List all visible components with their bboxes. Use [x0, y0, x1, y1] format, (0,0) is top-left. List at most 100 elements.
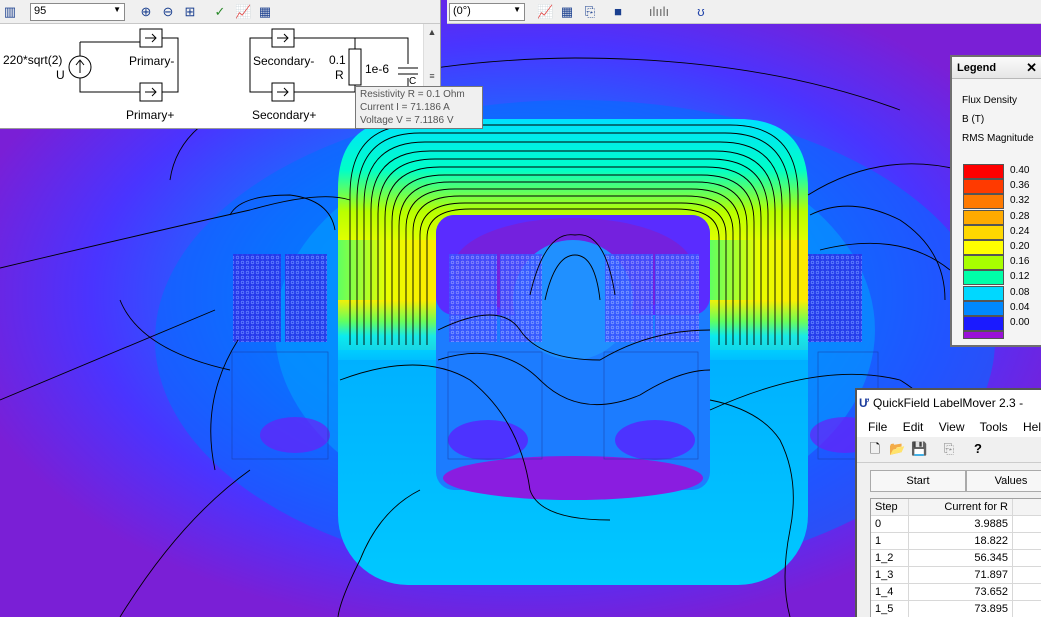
- zoom-in-icon[interactable]: ⊕: [138, 4, 154, 20]
- legend-entry: 0.40: [963, 164, 1041, 179]
- legend-value-label: 0.08: [1010, 286, 1030, 298]
- legend-entry-bottom: [963, 331, 1041, 346]
- labelmover-toolbar: 🗋 📂 💾 ⎘ ?: [857, 437, 1041, 463]
- legend-swatch: [963, 224, 1004, 240]
- labelmover-title: QuickField LabelMover 2.3 -: [873, 396, 1024, 410]
- close-icon[interactable]: ✕: [1026, 60, 1037, 76]
- legend-entry: 0.00: [963, 316, 1041, 331]
- help-icon[interactable]: ?: [970, 441, 986, 457]
- legend-quantity: Flux Density: [962, 95, 1018, 106]
- legend-value-label: 0.00: [1010, 317, 1030, 328]
- curve-icon[interactable]: ʊ: [693, 4, 709, 20]
- legend-entry: 0.32: [963, 194, 1041, 210]
- phase-angle-value: (0°): [453, 5, 471, 17]
- column-header-step[interactable]: Step: [871, 499, 909, 516]
- scroll-grip-icon[interactable]: ≡: [424, 68, 440, 84]
- field-toolbar: (0°) ▼ 📈 ▦ ⎘ ■ ılıılı ʊ: [447, 0, 1041, 24]
- table-cell-step[interactable]: 1_4: [871, 584, 909, 601]
- legend-entry: 0.36: [963, 179, 1041, 195]
- table-cell-step[interactable]: 1_2: [871, 550, 909, 567]
- legend-swatch: [963, 300, 1004, 316]
- zoom-out-icon[interactable]: ⊖: [160, 4, 176, 20]
- table-cell-step[interactable]: 0: [871, 516, 909, 533]
- xy-plot-icon[interactable]: 📈: [537, 4, 553, 20]
- menu-view[interactable]: View: [939, 420, 965, 434]
- source-expression: 220*sqrt(2): [3, 53, 63, 67]
- legend-units: B (T): [962, 114, 985, 125]
- legend-swatch: [963, 240, 1004, 255]
- table-cell-current[interactable]: 3.9885: [909, 516, 1013, 533]
- table-cell-blank: [1013, 601, 1041, 617]
- legend-window[interactable]: Legend ✕ Flux Density B (T) RMS Magnitud…: [950, 55, 1041, 347]
- legend-entry: 0.04: [963, 300, 1041, 316]
- legend-swatch: [963, 209, 1004, 225]
- legend-value-label: 0.04: [1010, 301, 1030, 313]
- menu-edit[interactable]: Edit: [903, 420, 924, 434]
- table-cell-current[interactable]: 71.897: [909, 567, 1013, 584]
- column-header-blank: [1013, 499, 1041, 516]
- primary-plus-label: Primary+: [126, 108, 175, 122]
- open-folder-icon[interactable]: 📂: [889, 441, 905, 457]
- legend-mode: RMS Magnitude: [962, 133, 1034, 144]
- legend-swatch: [963, 331, 1004, 340]
- primary-minus-label: Primary-: [129, 54, 175, 68]
- legend-entry: 0.16: [963, 255, 1041, 271]
- legend-entry: 0.08: [963, 285, 1041, 301]
- check-model-icon[interactable]: ✓: [212, 4, 228, 20]
- table-cell-current[interactable]: 73.895: [909, 601, 1013, 617]
- circuit-view-icon[interactable]: ▥: [2, 4, 18, 20]
- column-header-current[interactable]: Current for R: [909, 499, 1013, 516]
- legend-value-label: 0.36: [1010, 180, 1030, 192]
- table-cell-step[interactable]: 1_3: [871, 567, 909, 584]
- results-table[interactable]: Step Current for R 0 3.9885 1 18.822 1_2 56.3…: [870, 498, 1041, 617]
- secondary-plus-label: Secondary+: [252, 108, 317, 122]
- circuit-toolbar: ▥ 95 ▼ ⊕ ⊖ ⊞ ✓ 📈 ▦: [0, 0, 440, 24]
- table-icon[interactable]: ▦: [559, 4, 575, 20]
- table-cell-blank: [1013, 584, 1041, 601]
- tooltip-current: Current I = 71.186 A: [360, 102, 450, 113]
- plot-icon[interactable]: 📈: [235, 4, 251, 20]
- table-cell-step[interactable]: 1: [871, 533, 909, 550]
- values-button[interactable]: Values: [966, 470, 1041, 492]
- spectrum-icon[interactable]: ılıılı: [639, 4, 679, 20]
- legend-value-label: 0.24: [1010, 225, 1030, 237]
- capacitor-value: 1e-6: [365, 62, 390, 76]
- zoom-combo[interactable]: 95 ▼: [30, 3, 125, 21]
- table-cell-blank: [1013, 533, 1041, 550]
- menu-file[interactable]: File: [868, 420, 887, 434]
- menu-help[interactable]: Help: [1023, 420, 1041, 434]
- copy-icon[interactable]: ⎘: [941, 441, 957, 457]
- start-button[interactable]: Start: [870, 470, 966, 492]
- legend-value-label: 0.12: [1010, 271, 1030, 283]
- resistor-value: 0.1: [329, 53, 346, 67]
- new-file-icon[interactable]: 🗋: [867, 441, 883, 457]
- labelmover-menubar: File Edit View Tools Help: [857, 417, 1041, 437]
- zoom-value: 95: [34, 5, 47, 17]
- table-cell-current[interactable]: 56.345: [909, 550, 1013, 567]
- table-cell-current[interactable]: 73.652: [909, 584, 1013, 601]
- legend-entry: 0.12: [963, 270, 1041, 286]
- legend-swatch: [963, 194, 1004, 210]
- resistor-tooltip: Resistivity R = 0.1 Ohm Current I = 71.1…: [355, 86, 483, 129]
- export-icon[interactable]: ⎘: [582, 4, 598, 20]
- table-cell-blank: [1013, 550, 1041, 567]
- table-cell-blank: [1013, 567, 1041, 584]
- scroll-up-icon[interactable]: ▲: [424, 24, 440, 40]
- phase-angle-combo[interactable]: (0°) ▼: [449, 3, 525, 21]
- source-name: U: [56, 68, 65, 82]
- legend-value-label: 0.32: [1010, 195, 1030, 207]
- table-cell-current[interactable]: 18.822: [909, 533, 1013, 550]
- menu-tools[interactable]: Tools: [980, 420, 1008, 434]
- table-cell-blank: [1013, 516, 1041, 533]
- secondary-minus-label: Secondary-: [253, 54, 315, 68]
- zoom-fit-icon[interactable]: ⊞: [182, 4, 198, 20]
- save-icon[interactable]: 💾: [911, 441, 927, 457]
- table-cell-step[interactable]: 1_5: [871, 601, 909, 617]
- video-camera-icon[interactable]: ■: [610, 4, 626, 20]
- table-icon[interactable]: ▦: [257, 4, 273, 20]
- labelmover-titlebar[interactable]: Ư QuickField LabelMover 2.3 -: [857, 390, 1041, 417]
- labelmover-window[interactable]: Ư QuickField LabelMover 2.3 - File Edit …: [855, 388, 1041, 617]
- legend-entry: 0.20: [963, 240, 1041, 255]
- legend-swatch: [963, 179, 1004, 195]
- legend-entry: 0.28: [963, 209, 1041, 225]
